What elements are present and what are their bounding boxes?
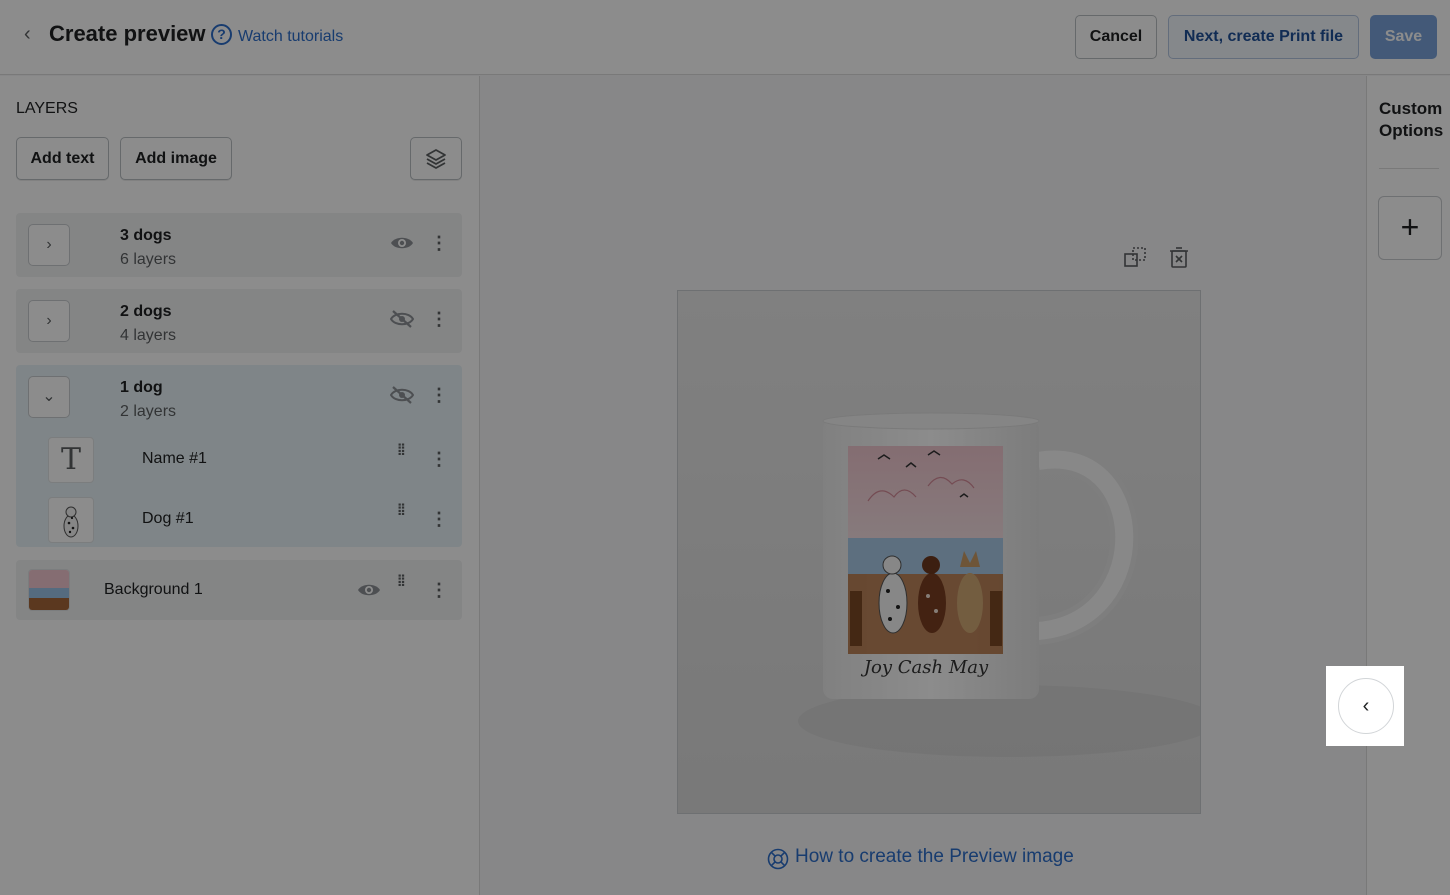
add-image-button[interactable]: Add image (120, 137, 232, 180)
chevron-right-icon[interactable]: › (28, 300, 70, 342)
cancel-button[interactable]: Cancel (1075, 15, 1157, 59)
drag-handle-icon[interactable]: ⁞⁞ (397, 443, 409, 466)
drag-handle-icon[interactable]: ⁞⁞ (397, 574, 409, 597)
more-options-icon[interactable]: ⋮ (430, 309, 448, 329)
next-create-print-file-button[interactable]: Next, create Print file (1168, 15, 1359, 59)
layers-panel: LAYERS Add text Add image › 3 dogs 6 lay… (0, 76, 480, 895)
custom-options-heading: Custom Options (1379, 98, 1443, 142)
drag-handle-icon[interactable]: ⁞⁞ (397, 503, 409, 526)
sub-layer-dog-1[interactable]: Dog #1 ⁞⁞ ⋮ (16, 489, 462, 549)
tour-spotlight: ‹ (1326, 666, 1404, 746)
delete-icon[interactable] (1167, 245, 1191, 269)
sub-layer-name-1[interactable]: T Name #1 ⁞⁞ ⋮ (16, 429, 462, 489)
lifebuoy-icon (767, 848, 789, 870)
text-T-icon: T (48, 437, 94, 483)
group-name: 1 dog (120, 379, 163, 396)
eye-icon[interactable] (390, 233, 414, 253)
expanded-sub-layers: T Name #1 ⁞⁞ ⋮ Dog #1 ⁞⁞ ⋮ (16, 429, 462, 547)
dog-image-thumbnail (48, 497, 94, 543)
divider (1379, 168, 1439, 169)
top-bar: ‹ Create preview ? Watch tutorials Cance… (0, 0, 1450, 75)
background-layer-row[interactable]: Background 1 ⁞⁞ ⋮ (16, 560, 462, 620)
custom-options-panel: Custom Options + (1366, 76, 1450, 895)
group-layer-count: 4 layers (120, 327, 177, 344)
more-options-icon[interactable]: ⋮ (430, 580, 448, 600)
heading-line-1: Custom (1379, 99, 1443, 118)
eye-hidden-icon[interactable] (390, 309, 414, 329)
how-to-create-preview-link[interactable]: How to create the Preview image (795, 846, 1074, 868)
group-layer-count: 2 layers (120, 403, 177, 420)
layers-stack-button[interactable] (410, 137, 462, 180)
question-circle-icon[interactable]: ? (211, 24, 232, 45)
layer-group-3-dogs[interactable]: › 3 dogs 6 layers ⋮ (16, 213, 462, 277)
mug-names-text: Joy Cash May (860, 657, 989, 678)
background-thumbnail (28, 569, 70, 611)
background-layer-name: Background 1 (104, 581, 203, 598)
sub-layer-label: Name #1 (142, 450, 207, 467)
layers-stack-icon (426, 149, 446, 169)
group-name: 3 dogs (120, 227, 172, 244)
add-option-button[interactable]: + (1378, 196, 1442, 260)
eye-hidden-icon[interactable] (390, 385, 414, 405)
group-name: 2 dogs (120, 303, 172, 320)
layer-group-2-dogs[interactable]: › 2 dogs 4 layers ⋮ (16, 289, 462, 353)
back-chevron-icon[interactable]: ‹ (24, 24, 40, 44)
preview-frame[interactable]: Joy Cash May (677, 290, 1201, 814)
mug-preview-image: Joy Cash May (798, 412, 1200, 757)
more-options-icon[interactable]: ⋮ (430, 509, 448, 529)
heading-line-2: Options (1379, 121, 1444, 140)
watch-tutorials-link[interactable]: Watch tutorials (238, 28, 343, 46)
more-options-icon[interactable]: ⋮ (430, 385, 448, 405)
page-title: Create preview (49, 21, 206, 46)
add-text-button[interactable]: Add text (16, 137, 109, 180)
replace-image-icon[interactable] (1123, 245, 1147, 269)
sub-layer-label: Dog #1 (142, 510, 194, 527)
eye-icon[interactable] (357, 580, 381, 600)
layers-heading: LAYERS (16, 100, 78, 117)
chevron-down-icon[interactable]: ⌄ (28, 376, 70, 418)
save-button[interactable]: Save (1370, 15, 1437, 59)
collapse-panel-chevron-left-icon[interactable]: ‹ (1338, 678, 1394, 734)
more-options-icon[interactable]: ⋮ (430, 233, 448, 253)
layer-group-1-dog[interactable]: ⌄ 1 dog 2 layers ⋮ (16, 365, 462, 429)
chevron-right-icon[interactable]: › (28, 224, 70, 266)
more-options-icon[interactable]: ⋮ (430, 449, 448, 469)
canvas-area: Joy Cash May How to create the Preview i… (481, 76, 1365, 895)
group-layer-count: 6 layers (120, 251, 177, 268)
